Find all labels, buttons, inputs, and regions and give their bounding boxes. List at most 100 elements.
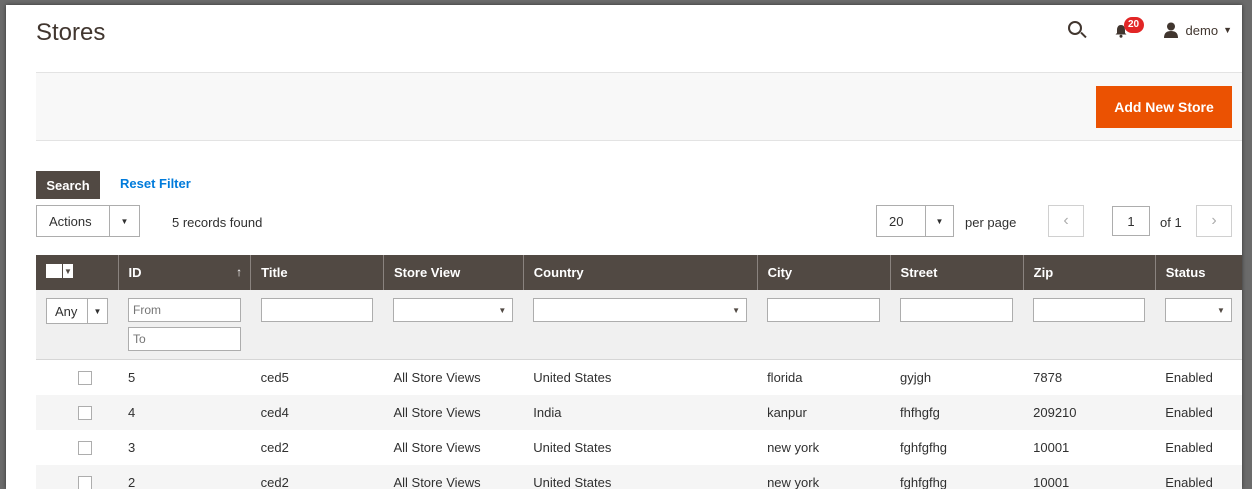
- filter-cell-country: ▼: [523, 290, 758, 360]
- mass-select-checkbox[interactable]: ▼: [46, 264, 73, 278]
- chevron-down-icon: ▼: [1223, 25, 1232, 35]
- header-actions: 20 demo ▼: [1066, 17, 1232, 41]
- cell-status: Enabled: [1155, 429, 1242, 465]
- zip-filter-input[interactable]: [1033, 298, 1146, 322]
- column-header-id[interactable]: ID ↑: [117, 255, 251, 290]
- mass-filter-value: Any: [55, 303, 78, 319]
- cell-country: United States: [523, 429, 758, 465]
- row-checkbox[interactable]: [78, 440, 92, 455]
- grid-header-row: ▼ ID ↑ Title Store View Country City Str…: [36, 255, 1242, 290]
- column-header-city[interactable]: City: [756, 255, 891, 290]
- per-page-value: 20: [889, 213, 904, 229]
- cell-id: 2: [118, 464, 251, 489]
- cell-title: ced2: [250, 429, 384, 465]
- city-filter-input[interactable]: [767, 298, 881, 322]
- country-filter-select[interactable]: ▼: [533, 298, 748, 322]
- column-header-street[interactable]: Street: [889, 255, 1024, 290]
- search-button[interactable]: Search: [36, 171, 100, 199]
- filter-row: Any ▼ ▼ ▼: [36, 290, 1242, 360]
- page-title: Stores: [36, 19, 106, 46]
- cell-store-view: All Store Views: [383, 429, 524, 465]
- stores-grid: ▼ ID ↑ Title Store View Country City Str…: [36, 255, 1242, 489]
- table-row[interactable]: 3 ced2 All Store Views United States new…: [36, 429, 1242, 465]
- row-checkbox[interactable]: [78, 371, 92, 386]
- filter-cell-id: [118, 290, 251, 360]
- cell-status: Enabled: [1155, 394, 1242, 430]
- chevron-down-icon: ▼: [732, 305, 741, 315]
- column-header-status[interactable]: Status: [1154, 255, 1242, 290]
- cell-city: new york: [757, 464, 891, 489]
- mass-actions-label: Actions: [49, 213, 92, 229]
- total-pages-label: of 1: [1160, 215, 1182, 230]
- cell-country: India: [523, 394, 758, 430]
- cell-zip: 10001: [1023, 464, 1156, 489]
- row-checkbox-cell: [36, 359, 118, 395]
- cell-id: 4: [118, 394, 251, 430]
- cell-city: kanpur: [757, 394, 891, 430]
- mass-filter-select[interactable]: Any ▼: [46, 298, 108, 324]
- id-to-input[interactable]: [128, 327, 241, 351]
- add-new-store-button[interactable]: Add New Store: [1096, 86, 1232, 128]
- cell-zip: 10001: [1023, 429, 1156, 465]
- filter-cell-title: [250, 290, 384, 360]
- cell-city: florida: [757, 359, 891, 395]
- cell-street: fhfhgfg: [890, 394, 1024, 430]
- mass-select-header[interactable]: ▼: [36, 255, 118, 290]
- store-view-filter-select[interactable]: ▼: [393, 298, 514, 322]
- admin-frame: Stores 20 demo ▼ Add New Store Search Re…: [6, 5, 1242, 489]
- row-checkbox-cell: [36, 464, 118, 489]
- user-menu[interactable]: demo ▼: [1163, 22, 1232, 38]
- table-row[interactable]: 5 ced5 All Store Views United States flo…: [36, 359, 1242, 395]
- cell-zip: 7878: [1023, 359, 1156, 395]
- user-name: demo: [1185, 22, 1219, 38]
- row-checkbox-cell: [36, 429, 118, 465]
- checkbox-icon: [46, 264, 62, 278]
- per-page-select[interactable]: 20 ▼: [876, 205, 954, 237]
- table-row[interactable]: 4 ced4 All Store Views India kanpur fhfh…: [36, 394, 1242, 430]
- column-header-zip[interactable]: Zip: [1022, 255, 1156, 290]
- cell-status: Enabled: [1155, 359, 1242, 395]
- notifications-button[interactable]: 20: [1112, 17, 1146, 41]
- cell-store-view: All Store Views: [383, 394, 524, 430]
- cell-city: new york: [757, 429, 891, 465]
- page-actions-bar: Add New Store: [36, 72, 1242, 141]
- cell-country: United States: [523, 464, 758, 489]
- next-page-button[interactable]: ›: [1196, 205, 1232, 237]
- cell-title: ced4: [250, 394, 384, 430]
- row-checkbox-cell: [36, 394, 118, 430]
- chevron-down-icon: ▼: [87, 299, 107, 323]
- table-row[interactable]: 2 ced2 All Store Views United States new…: [36, 464, 1242, 489]
- search-icon[interactable]: [1066, 19, 1088, 41]
- filter-cell-store-view: ▼: [383, 290, 524, 360]
- search-handle: [1079, 31, 1087, 39]
- column-header-country[interactable]: Country: [522, 255, 758, 290]
- row-checkbox[interactable]: [78, 405, 92, 420]
- column-header-title[interactable]: Title: [250, 255, 384, 290]
- chevron-down-icon: ▼: [1217, 305, 1225, 315]
- status-filter-select[interactable]: ▼: [1165, 298, 1232, 322]
- cell-store-view: All Store Views: [383, 464, 524, 489]
- street-filter-input[interactable]: [900, 298, 1014, 322]
- id-from-input[interactable]: [128, 298, 241, 322]
- cell-zip: 209210: [1023, 394, 1156, 430]
- current-page-input[interactable]: [1112, 206, 1150, 236]
- column-header-store-view[interactable]: Store View: [382, 255, 524, 290]
- cell-status: Enabled: [1155, 464, 1242, 489]
- chevron-down-icon: ▼: [63, 264, 73, 278]
- cell-country: United States: [523, 359, 758, 395]
- row-checkbox[interactable]: [78, 475, 92, 489]
- filter-cell-city: [757, 290, 891, 360]
- notification-count-badge: 20: [1123, 17, 1144, 33]
- title-filter-input[interactable]: [260, 298, 374, 322]
- previous-page-button[interactable]: ‹: [1048, 205, 1084, 237]
- mass-actions-select[interactable]: Actions ▼: [36, 205, 140, 237]
- user-icon: [1163, 22, 1178, 38]
- sort-ascending-icon: ↑: [236, 265, 243, 279]
- per-page-label: per page: [965, 215, 1017, 230]
- cell-street: gyjgh: [890, 359, 1024, 395]
- cell-id: 5: [118, 359, 251, 395]
- filter-cell-status: ▼: [1155, 290, 1242, 360]
- cell-id: 3: [118, 429, 251, 465]
- cell-store-view: All Store Views: [383, 359, 524, 395]
- reset-filter-link[interactable]: Reset Filter: [120, 176, 191, 191]
